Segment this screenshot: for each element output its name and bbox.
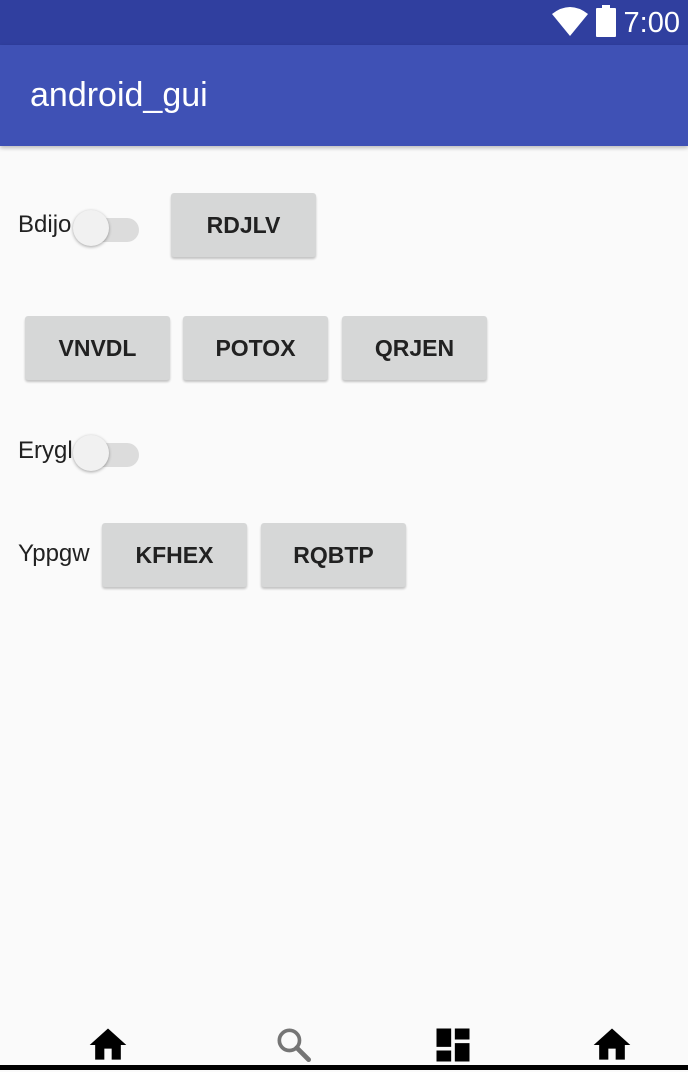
bottom-divider [0, 1065, 688, 1070]
search-icon[interactable] [272, 1023, 316, 1067]
switch-thumb [73, 435, 109, 471]
button-qrjen[interactable]: QRJEN [342, 316, 487, 380]
button-potox[interactable]: POTOX [183, 316, 328, 380]
battery-icon [595, 4, 616, 42]
status-icons: 7:00 [551, 4, 680, 42]
home-icon[interactable] [86, 1023, 130, 1067]
app-bar: android_gui [0, 45, 688, 146]
bottom-nav [0, 1015, 688, 1070]
status-bar: 7:00 [0, 0, 688, 45]
status-time: 7:00 [623, 6, 680, 39]
app-title: android_gui [30, 76, 208, 114]
label-yppgw: Yppgw [18, 540, 90, 567]
switch-bdijo[interactable] [73, 206, 141, 246]
button-rqbtp[interactable]: RQBTP [261, 523, 406, 587]
dashboard-icon[interactable] [431, 1023, 475, 1067]
button-vnvdl[interactable]: VNVDL [25, 316, 170, 380]
switch-thumb [73, 210, 109, 246]
wifi-icon [551, 6, 588, 41]
button-rdjlv[interactable]: RDJLV [171, 193, 316, 257]
switch-erygl[interactable] [73, 431, 141, 471]
switch-label-bdijo: Bdijo [18, 211, 72, 238]
button-kfhex[interactable]: KFHEX [102, 523, 247, 587]
home-icon[interactable] [590, 1023, 634, 1067]
switch-label-erygl: Erygl [18, 437, 73, 464]
